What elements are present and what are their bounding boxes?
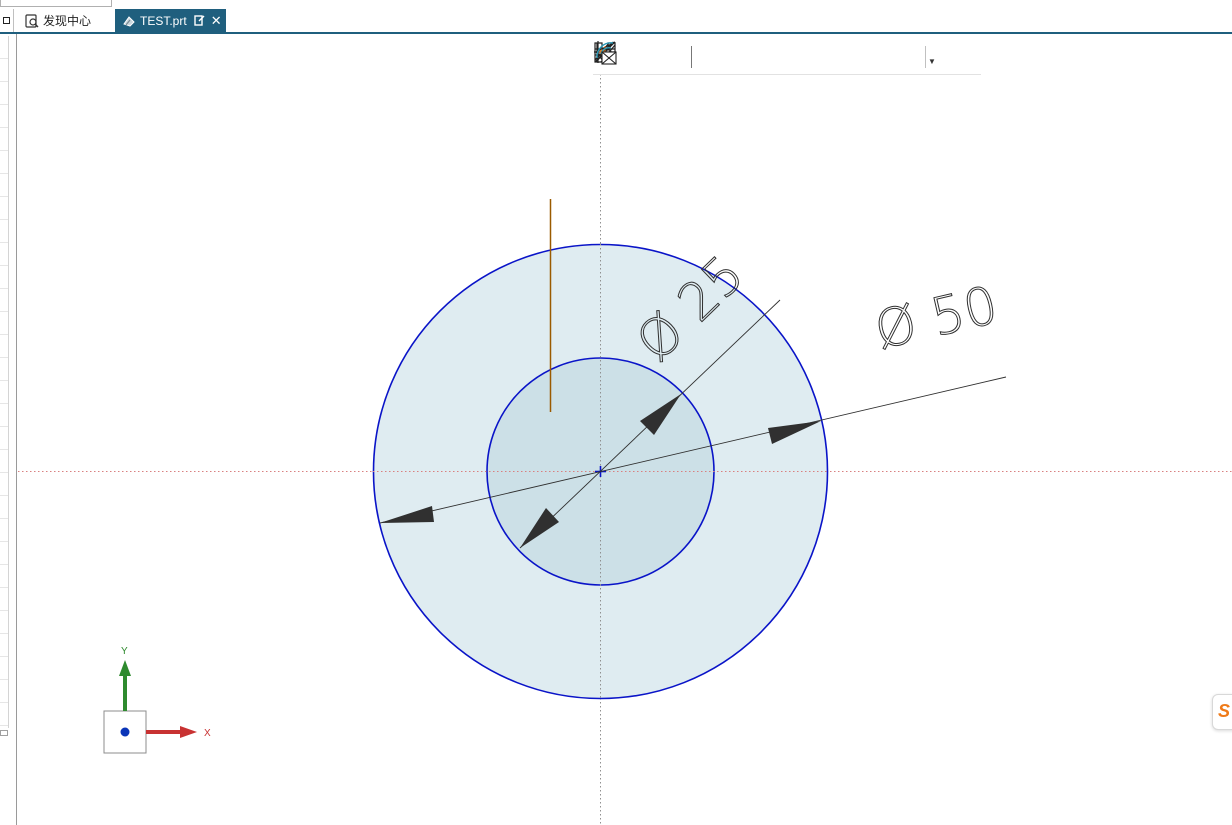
scroll-thumb[interactable] — [0, 730, 8, 736]
tab-label: TEST.prt — [140, 13, 187, 28]
chevron-down-icon: ▼ — [928, 57, 936, 66]
tangent-button[interactable] — [594, 41, 744, 72]
modified-indicator-icon — [193, 15, 205, 26]
point-on-curve-button[interactable] — [595, 41, 653, 72]
toolbar-separator — [925, 46, 926, 68]
show-constraints-icon — [596, 42, 617, 65]
dimension-text-50: Ø 50 — [869, 275, 1004, 362]
part-file-icon — [123, 15, 135, 27]
y-axis-arrow-icon — [119, 660, 131, 676]
horizontal-button[interactable] — [594, 42, 683, 72]
y-axis-label: Y — [121, 646, 128, 657]
perpendicular-button[interactable] — [595, 41, 804, 72]
coordinate-triad: Y X — [103, 646, 211, 754]
assistant-floating-button[interactable]: S — [1212, 694, 1232, 730]
sketch-canvas[interactable]: Ø 50 Ø 25 Y X — [18, 34, 1232, 825]
parallel-button[interactable] — [594, 42, 774, 72]
triad-origin-icon — [120, 727, 130, 737]
resource-bar-scroll[interactable] — [0, 36, 9, 728]
left-resource-bar — [0, 34, 17, 825]
tab-discovery-center[interactable]: 发现中心 — [18, 9, 114, 32]
assistant-logo-icon: S — [1218, 701, 1231, 721]
graphics-window[interactable]: Ø 50 Ø 25 Y X ▼ — [18, 34, 1232, 825]
document-tab-bar: 发现中心 TEST.prt ✕ — [0, 9, 1232, 34]
point-on-line-button[interactable] — [596, 42, 894, 72]
toolbar-separator — [691, 46, 692, 68]
tab-test-prt[interactable]: TEST.prt ✕ — [115, 9, 226, 32]
x-axis-label: X — [204, 728, 211, 739]
tab-label: 发现中心 — [43, 14, 92, 28]
top-input-field[interactable] — [0, 0, 112, 7]
toolbar-overflow-dropdown[interactable]: ▼ — [927, 42, 937, 72]
discovery-center-icon — [25, 13, 39, 28]
restore-window-icon — [3, 17, 10, 24]
show-constraints-button[interactable] — [596, 42, 924, 72]
panel-toggle-tab[interactable] — [0, 9, 14, 32]
x-axis-arrow-icon — [180, 726, 197, 738]
midpoint-button[interactable] — [594, 42, 864, 72]
dimension-label: Ø 50 — [869, 275, 1003, 361]
close-tab-icon[interactable]: ✕ — [211, 13, 222, 29]
cad-application-window: 发现中心 TEST.prt ✕ Ø 50 Ø 25 Y X ▼ S — [0, 0, 1232, 825]
sketch-constraint-toolbar: ▼ — [593, 40, 981, 75]
equal-length-button[interactable] — [595, 42, 834, 72]
vertical-button[interactable] — [597, 41, 714, 72]
